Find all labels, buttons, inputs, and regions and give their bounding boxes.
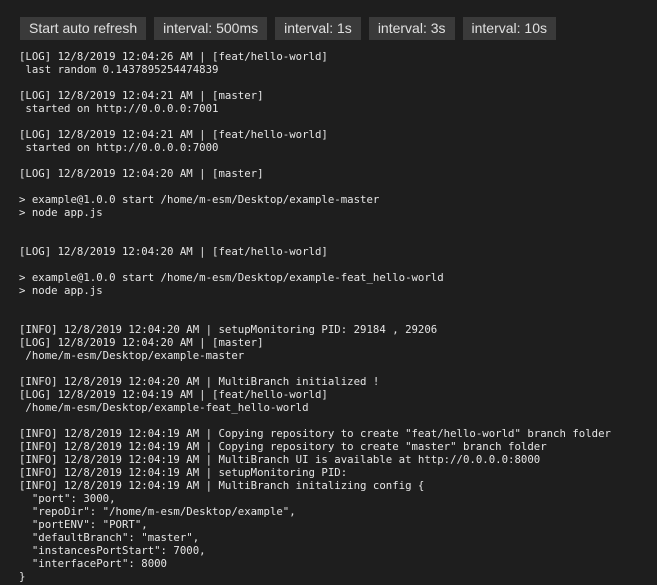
- start-auto-refresh-button[interactable]: Start auto refresh: [20, 17, 147, 40]
- interval-500ms-button[interactable]: interval: 500ms: [154, 17, 268, 40]
- log-line: [INFO] 12/8/2019 12:04:20 AM | MultiBran…: [19, 375, 380, 388]
- log-line: [INFO] 12/8/2019 12:04:19 AM | MultiBran…: [19, 453, 541, 466]
- toolbar: Start auto refresh interval: 500ms inter…: [20, 17, 556, 40]
- log-line: > node app.js: [19, 284, 103, 297]
- log-line: "port": 3000,: [19, 492, 116, 505]
- log-line: [LOG] 12/8/2019 12:04:26 AM | [feat/hell…: [19, 50, 328, 63]
- log-line: last random 0.1437895254474839: [19, 63, 219, 76]
- log-output: [LOG] 12/8/2019 12:04:26 AM | [feat/hell…: [19, 50, 611, 583]
- log-line: [INFO] 12/8/2019 12:04:19 AM | Copying r…: [19, 427, 611, 440]
- log-line: [LOG] 12/8/2019 12:04:21 AM | [master]: [19, 89, 264, 102]
- log-line: "interfacePort": 8000: [19, 557, 167, 570]
- log-line: "defaultBranch": "master",: [19, 531, 200, 544]
- log-line: [LOG] 12/8/2019 12:04:20 AM | [master]: [19, 336, 264, 349]
- log-line: "instancesPortStart": 7000,: [19, 544, 206, 557]
- log-line: > example@1.0.0 start /home/m-esm/Deskto…: [19, 193, 380, 206]
- log-line: [INFO] 12/8/2019 12:04:20 AM | setupMoni…: [19, 323, 438, 336]
- log-line: [INFO] 12/8/2019 12:04:19 AM | Copying r…: [19, 440, 547, 453]
- interval-10s-button[interactable]: interval: 10s: [462, 17, 556, 40]
- log-line: started on http://0.0.0.0:7001: [19, 102, 219, 115]
- log-line: }: [19, 570, 26, 583]
- log-line: started on http://0.0.0.0:7000: [19, 141, 219, 154]
- log-line: [INFO] 12/8/2019 12:04:19 AM | MultiBran…: [19, 479, 425, 492]
- log-line: [INFO] 12/8/2019 12:04:19 AM | setupMoni…: [19, 466, 348, 479]
- log-line: > node app.js: [19, 206, 103, 219]
- log-line: [LOG] 12/8/2019 12:04:20 AM | [feat/hell…: [19, 245, 328, 258]
- interval-1s-button[interactable]: interval: 1s: [275, 17, 361, 40]
- log-line: [LOG] 12/8/2019 12:04:19 AM | [feat/hell…: [19, 388, 328, 401]
- log-line: /home/m-esm/Desktop/example-master: [19, 349, 245, 362]
- log-line: /home/m-esm/Desktop/example-feat_hello-w…: [19, 401, 309, 414]
- interval-3s-button[interactable]: interval: 3s: [368, 17, 455, 40]
- log-line: [LOG] 12/8/2019 12:04:20 AM | [master]: [19, 167, 264, 180]
- log-line: > example@1.0.0 start /home/m-esm/Deskto…: [19, 271, 444, 284]
- log-line: [LOG] 12/8/2019 12:04:21 AM | [feat/hell…: [19, 128, 328, 141]
- log-line: "portENV": "PORT",: [19, 518, 148, 531]
- log-line: "repoDir": "/home/m-esm/Desktop/example"…: [19, 505, 296, 518]
